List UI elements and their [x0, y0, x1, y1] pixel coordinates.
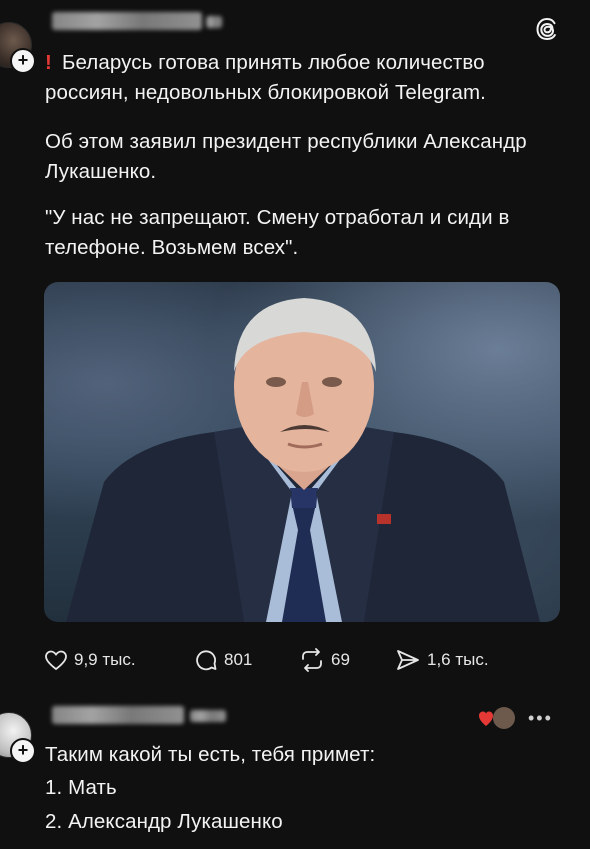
more-options-icon[interactable]: •••	[528, 708, 553, 729]
liked-by-author-icon	[479, 707, 515, 729]
reply-line-1: Таким какой ты есть, тебя примет:	[45, 743, 376, 766]
reply-author-avatar[interactable]: +	[0, 712, 36, 764]
post-headline: ! Беларусь готова принять любое количеств…	[45, 48, 565, 108]
post-paragraph-2: "У нас не запрещают. Смену отработал и с…	[45, 206, 510, 259]
author-name-blurred	[52, 12, 202, 30]
exclamation-mark: !	[45, 51, 52, 74]
reply-line-3: 2. Александр Лукашенко	[45, 810, 283, 833]
share-button[interactable]: 1,6 тыс.	[395, 646, 489, 674]
author-avatar[interactable]: +	[0, 22, 36, 74]
likes-count: 9,9 тыс.	[74, 650, 136, 669]
shares-count: 1,6 тыс.	[427, 650, 489, 669]
comment-button[interactable]: 801	[194, 646, 252, 674]
threads-logo-icon[interactable]	[534, 16, 560, 42]
post-paragraph-1: Об этом заявил президент республики Алек…	[45, 130, 527, 183]
post-photo[interactable]	[44, 282, 560, 622]
follow-plus-icon[interactable]: +	[10, 738, 36, 764]
portrait-photo-icon	[66, 298, 540, 622]
reply-author-name-blurred-tail	[190, 710, 226, 722]
like-button[interactable]: 9,9 тыс.	[44, 646, 136, 674]
comments-count: 801	[224, 650, 253, 669]
follow-plus-icon[interactable]: +	[10, 48, 36, 74]
reply-reaction[interactable]	[478, 704, 568, 732]
send-icon	[397, 650, 419, 670]
repost-button[interactable]: 69	[299, 646, 350, 674]
action-bar: 9,9 тыс. 801 69 1,6 тыс.	[44, 646, 564, 674]
author-name-blurred-tail	[206, 16, 222, 28]
reply-line-2: 1. Мать	[45, 776, 117, 799]
repost-icon	[302, 648, 322, 672]
heart-icon	[45, 650, 67, 671]
reposts-count: 69	[331, 650, 350, 669]
headline-text: Беларусь готова принять любое количество…	[45, 51, 486, 104]
reply-author-name-blurred	[52, 706, 184, 724]
comment-icon	[196, 650, 217, 671]
